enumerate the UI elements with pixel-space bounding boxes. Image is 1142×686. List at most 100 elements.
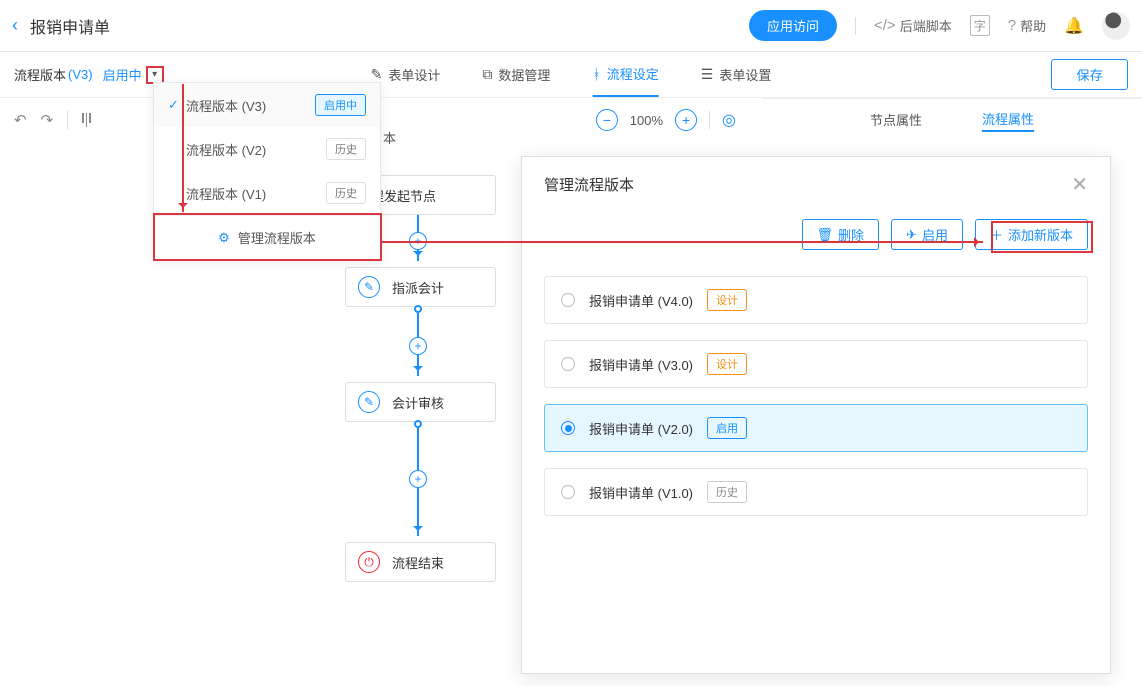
form-setting-icon: ☰ — [701, 66, 714, 83]
radio-icon[interactable] — [561, 485, 575, 499]
save-button[interactable]: 保存 — [1051, 59, 1128, 90]
close-icon[interactable]: ✕ — [1071, 172, 1088, 197]
add-version-label: 添加新版本 — [1008, 225, 1073, 244]
manage-versions-link[interactable]: ⚙ 管理流程版本 — [154, 215, 380, 259]
tab-form-design-label: 表单设计 — [388, 65, 440, 84]
version-row-v1[interactable]: 报销申请单 (V1.0) 历史 — [544, 468, 1088, 516]
add-node-button[interactable]: + — [409, 337, 427, 355]
version-dropdown-caret[interactable]: ▾ — [146, 66, 164, 84]
version-label: 报销申请单 (V1.0) — [589, 483, 693, 502]
subtabs: ✎ 表单设计 ⧉ 数据管理 ᚼ 流程设定 ☰ 表单设置 — [371, 52, 772, 97]
version-label: 报销申请单 (V3.0) — [589, 355, 693, 374]
tab-flow-setting[interactable]: ᚼ 流程设定 — [592, 52, 658, 97]
help-icon: ? — [1008, 17, 1016, 34]
modal-header: 管理流程版本 ✕ — [522, 157, 1110, 211]
app-access-button[interactable]: 应用访问 — [749, 10, 837, 41]
version-row-v3[interactable]: 报销申请单 (V3.0) 设计 — [544, 340, 1088, 388]
zoom-cluster: − 100% + ◎ — [596, 109, 736, 131]
flow-node-label: 会计审核 — [392, 393, 444, 412]
backend-script-link[interactable]: </> 后端脚本 — [874, 16, 952, 35]
tab-form-setting[interactable]: ☰ 表单设置 — [701, 52, 772, 97]
version-row-v4[interactable]: 报销申请单 (V4.0) 设计 — [544, 276, 1088, 324]
annotation-arrow-down — [182, 84, 184, 212]
version-label: 报销申请单 (V2.0) — [589, 419, 693, 438]
version-row-v2[interactable]: 报销申请单 (V2.0) 启用 — [544, 404, 1088, 452]
header-right: 应用访问 </> 后端脚本 字 ? 帮助 🔔 — [749, 10, 1130, 41]
modal-body: 报销申请单 (V4.0) 设计 报销申请单 (V3.0) 设计 报销申请单 (V… — [522, 266, 1110, 526]
version-prefix-label: 流程版本 — [14, 65, 66, 84]
modal-actions: 🗑 删除 ✈ 启用 ＋ 添加新版本 — [522, 211, 1110, 266]
version-dropdown: ✓ 流程版本 (V3) 启用中 流程版本 (V2) 历史 流程版本 (V1) 历… — [153, 82, 381, 260]
undo-button[interactable]: ↶ — [14, 111, 27, 129]
form-design-icon: ✎ — [371, 66, 383, 83]
dropdown-item-label: 流程版本 (V1) — [186, 184, 326, 203]
tab-form-setting-label: 表单设置 — [719, 65, 771, 84]
add-node-button[interactable]: + — [409, 470, 427, 488]
gear-icon: ⚙ — [218, 230, 230, 246]
dropdown-item-v2[interactable]: 流程版本 (V2) 历史 — [154, 127, 380, 171]
truncated-text: 本 — [383, 128, 396, 147]
dropdown-item-label: 流程版本 (V3) — [186, 96, 315, 115]
separator — [709, 111, 710, 129]
flow-node-label: 流程结束 — [392, 553, 444, 572]
delete-button[interactable]: 🗑 删除 — [802, 219, 880, 250]
version-status: 启用中 — [103, 65, 142, 84]
dropdown-item-badge: 启用中 — [315, 94, 366, 116]
version-label: 报销申请单 (V4.0) — [589, 291, 693, 310]
page-title: 报销申请单 — [30, 14, 110, 38]
back-chevron-icon[interactable]: ‹ — [12, 15, 18, 36]
tab-flow-attr[interactable]: 流程属性 — [982, 109, 1034, 132]
tab-flow-setting-label: 流程设定 — [607, 64, 659, 83]
align-tool-button[interactable] — [82, 113, 91, 127]
version-badge: 设计 — [707, 353, 747, 375]
power-icon: ⏻ — [358, 551, 380, 573]
center-target-button[interactable]: ◎ — [722, 110, 736, 130]
node-handle[interactable] — [414, 420, 422, 428]
redo-button[interactable]: ↷ — [41, 111, 54, 129]
tab-data-mgmt[interactable]: ⧉ 数据管理 — [482, 52, 550, 97]
zoom-percent: 100% — [630, 113, 663, 128]
tab-form-design[interactable]: ✎ 表单设计 — [371, 52, 441, 97]
notification-bell-icon[interactable]: 🔔 — [1064, 16, 1084, 36]
radio-icon[interactable] — [561, 421, 575, 435]
flow-node-review[interactable]: ✎ 会计审核 — [345, 382, 496, 422]
radio-icon[interactable] — [561, 293, 575, 307]
version-badge: 启用 — [707, 417, 747, 439]
annotation-arrow-right — [381, 241, 983, 243]
plus-icon: ＋ — [990, 225, 1003, 244]
edit-icon: ✎ — [358, 391, 380, 413]
version-value: (V3) — [68, 67, 93, 82]
dropdown-item-v3[interactable]: ✓ 流程版本 (V3) 启用中 — [154, 83, 380, 127]
app-header: ‹ 报销申请单 应用访问 </> 后端脚本 字 ? 帮助 🔔 — [0, 0, 1142, 52]
separator — [855, 17, 856, 35]
enable-button[interactable]: ✈ 启用 — [891, 219, 963, 250]
flow-node-label: 指派会计 — [392, 278, 444, 297]
user-avatar[interactable] — [1102, 12, 1130, 40]
backend-script-label: 后端脚本 — [900, 16, 952, 35]
dropdown-item-badge: 历史 — [326, 182, 366, 204]
data-mgmt-icon: ⧉ — [482, 66, 492, 83]
radio-icon[interactable] — [561, 357, 575, 371]
zoom-in-button[interactable]: + — [675, 109, 697, 131]
zoom-out-button[interactable]: − — [596, 109, 618, 131]
flow-node-end[interactable]: ⏻ 流程结束 — [345, 542, 496, 582]
separator — [67, 111, 68, 129]
manage-versions-modal: 管理流程版本 ✕ 🗑 删除 ✈ 启用 ＋ 添加新版本 报销申请单 (V4.0) … — [521, 156, 1111, 674]
flow-setting-icon: ᚼ — [592, 66, 600, 82]
dropdown-item-label: 流程版本 (V2) — [186, 140, 326, 159]
modal-title: 管理流程版本 — [544, 174, 634, 195]
help-link[interactable]: ? 帮助 — [1008, 16, 1046, 35]
character-icon[interactable]: 字 — [970, 15, 990, 36]
version-badge: 历史 — [707, 481, 747, 503]
edit-icon: ✎ — [358, 276, 380, 298]
add-version-button[interactable]: ＋ 添加新版本 — [975, 219, 1088, 250]
right-pane-tabs: 节点属性 流程属性 — [762, 98, 1142, 142]
version-badge: 设计 — [707, 289, 747, 311]
help-label: 帮助 — [1020, 16, 1046, 35]
dropdown-item-badge: 历史 — [326, 138, 366, 160]
tab-node-attr[interactable]: 节点属性 — [870, 110, 922, 131]
node-handle[interactable] — [414, 305, 422, 313]
code-icon: </> — [874, 17, 896, 34]
flow-node-assign[interactable]: ✎ 指派会计 — [345, 267, 496, 307]
tab-data-mgmt-label: 数据管理 — [498, 65, 550, 84]
